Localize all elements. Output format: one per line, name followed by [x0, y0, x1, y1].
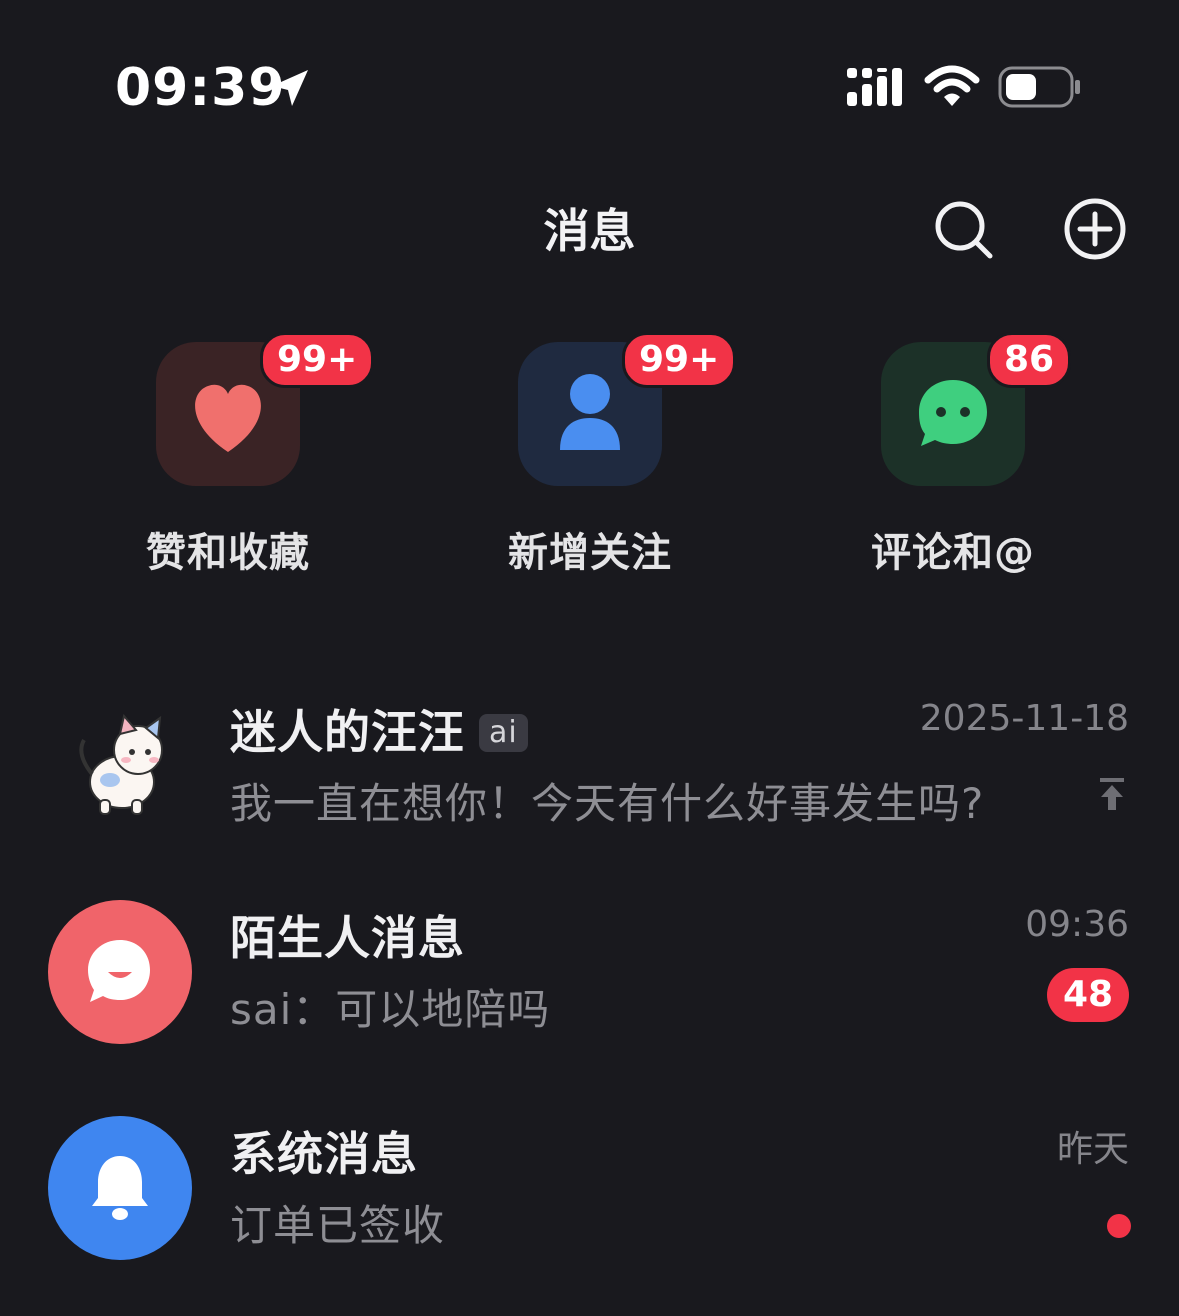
unread-dot	[1107, 1214, 1131, 1238]
conversation-preview: sai：可以地陪吗	[230, 985, 551, 1034]
location-arrow-icon	[272, 70, 308, 106]
bell-icon	[48, 1116, 192, 1260]
conversation-time: 2025-11-18	[919, 698, 1129, 739]
conversation-time: 昨天	[1056, 1129, 1129, 1170]
wifi-icon	[924, 65, 980, 106]
conversation-preview: 订单已签收	[230, 1201, 446, 1250]
ai-tag: ai	[479, 714, 528, 752]
conversation-row-ai[interactable]: 迷人的汪汪 ai 2025-11-18 我一直在想你！今天有什么好事发生吗?	[0, 694, 1179, 874]
likes-label: 赞和收藏	[146, 530, 310, 576]
likes-badge: 99+	[260, 332, 375, 388]
comments-badge: 86	[987, 332, 1072, 388]
cellular-signal-icon	[847, 68, 902, 106]
chat-bubble-icon	[48, 900, 192, 1044]
system-avatar	[48, 1116, 192, 1260]
comments-label: 评论和@	[871, 530, 1035, 576]
followers-label: 新增关注	[508, 530, 672, 576]
conversation-time: 09:36	[1025, 904, 1129, 945]
quick-entry-comments[interactable]: 86 评论和@	[855, 330, 1115, 590]
search-icon[interactable]	[930, 196, 996, 262]
conversation-row-system[interactable]: 系统消息 昨天 订单已签收	[0, 1116, 1179, 1296]
unread-count-badge: 48	[1047, 968, 1129, 1022]
messages-screen: 09:39 消息 99+ 赞和收藏 99+ 新增关注 86 评论和@ 迷人的汪汪…	[0, 0, 1179, 1316]
followers-badge: 99+	[622, 332, 737, 388]
conversation-row-strangers[interactable]: 陌生人消息 09:36 sai：可以地陪吗 48	[0, 900, 1179, 1080]
pin-top-icon	[1100, 778, 1124, 810]
cat-avatar	[62, 704, 182, 824]
conversation-name: 陌生人消息	[230, 911, 465, 965]
conversation-preview: 我一直在想你！今天有什么好事发生吗?	[230, 779, 985, 828]
quick-entry-followers[interactable]: 99+ 新增关注	[492, 330, 752, 590]
strangers-avatar	[48, 900, 192, 1044]
quick-entry-likes[interactable]: 99+ 赞和收藏	[130, 330, 390, 590]
cat-sticker-icon	[79, 713, 163, 815]
conversation-name: 系统消息	[230, 1127, 418, 1181]
status-time: 09:39	[115, 58, 286, 118]
conversation-name: 迷人的汪汪 ai	[230, 696, 528, 762]
page-title: 消息	[543, 204, 636, 258]
plus-circle-icon[interactable]	[1062, 196, 1128, 262]
status-bar: 09:39	[0, 0, 1179, 150]
battery-icon	[998, 66, 1080, 108]
conversation-name-text: 迷人的汪汪	[230, 705, 465, 759]
